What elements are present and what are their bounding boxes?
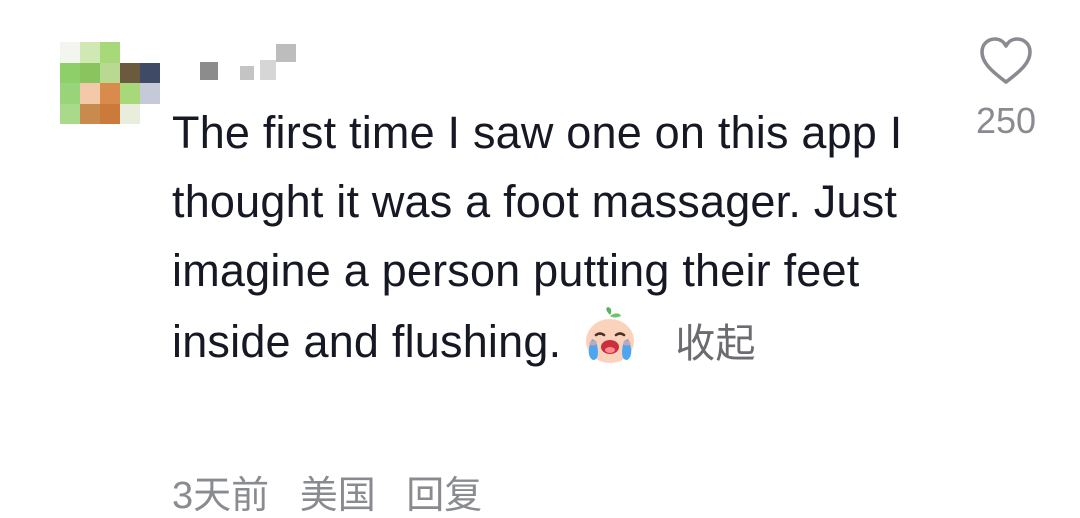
collapse-button[interactable]: 收起 [675, 310, 755, 379]
comment-text: The first time I saw one on this app I t… [172, 107, 903, 367]
comment-location: 美国 [299, 475, 376, 517]
crying-laughing-peach-emoji-icon [579, 305, 641, 367]
username-pixelated[interactable] [200, 44, 300, 84]
comment-body: The first time I saw one on this app I t… [172, 98, 932, 379]
avatar[interactable] [60, 42, 160, 124]
comment-time: 3天前 [172, 475, 270, 517]
reply-button[interactable]: 回复 [406, 475, 482, 517]
comment-meta: 3天前 美国 回复 [172, 464, 502, 518]
comment-item: The first time I saw one on this app I t… [0, 0, 1080, 518]
like-count: 250 [975, 100, 1037, 141]
heart-outline-icon[interactable] [968, 36, 1044, 86]
like-button[interactable]: 250 [968, 36, 1044, 142]
